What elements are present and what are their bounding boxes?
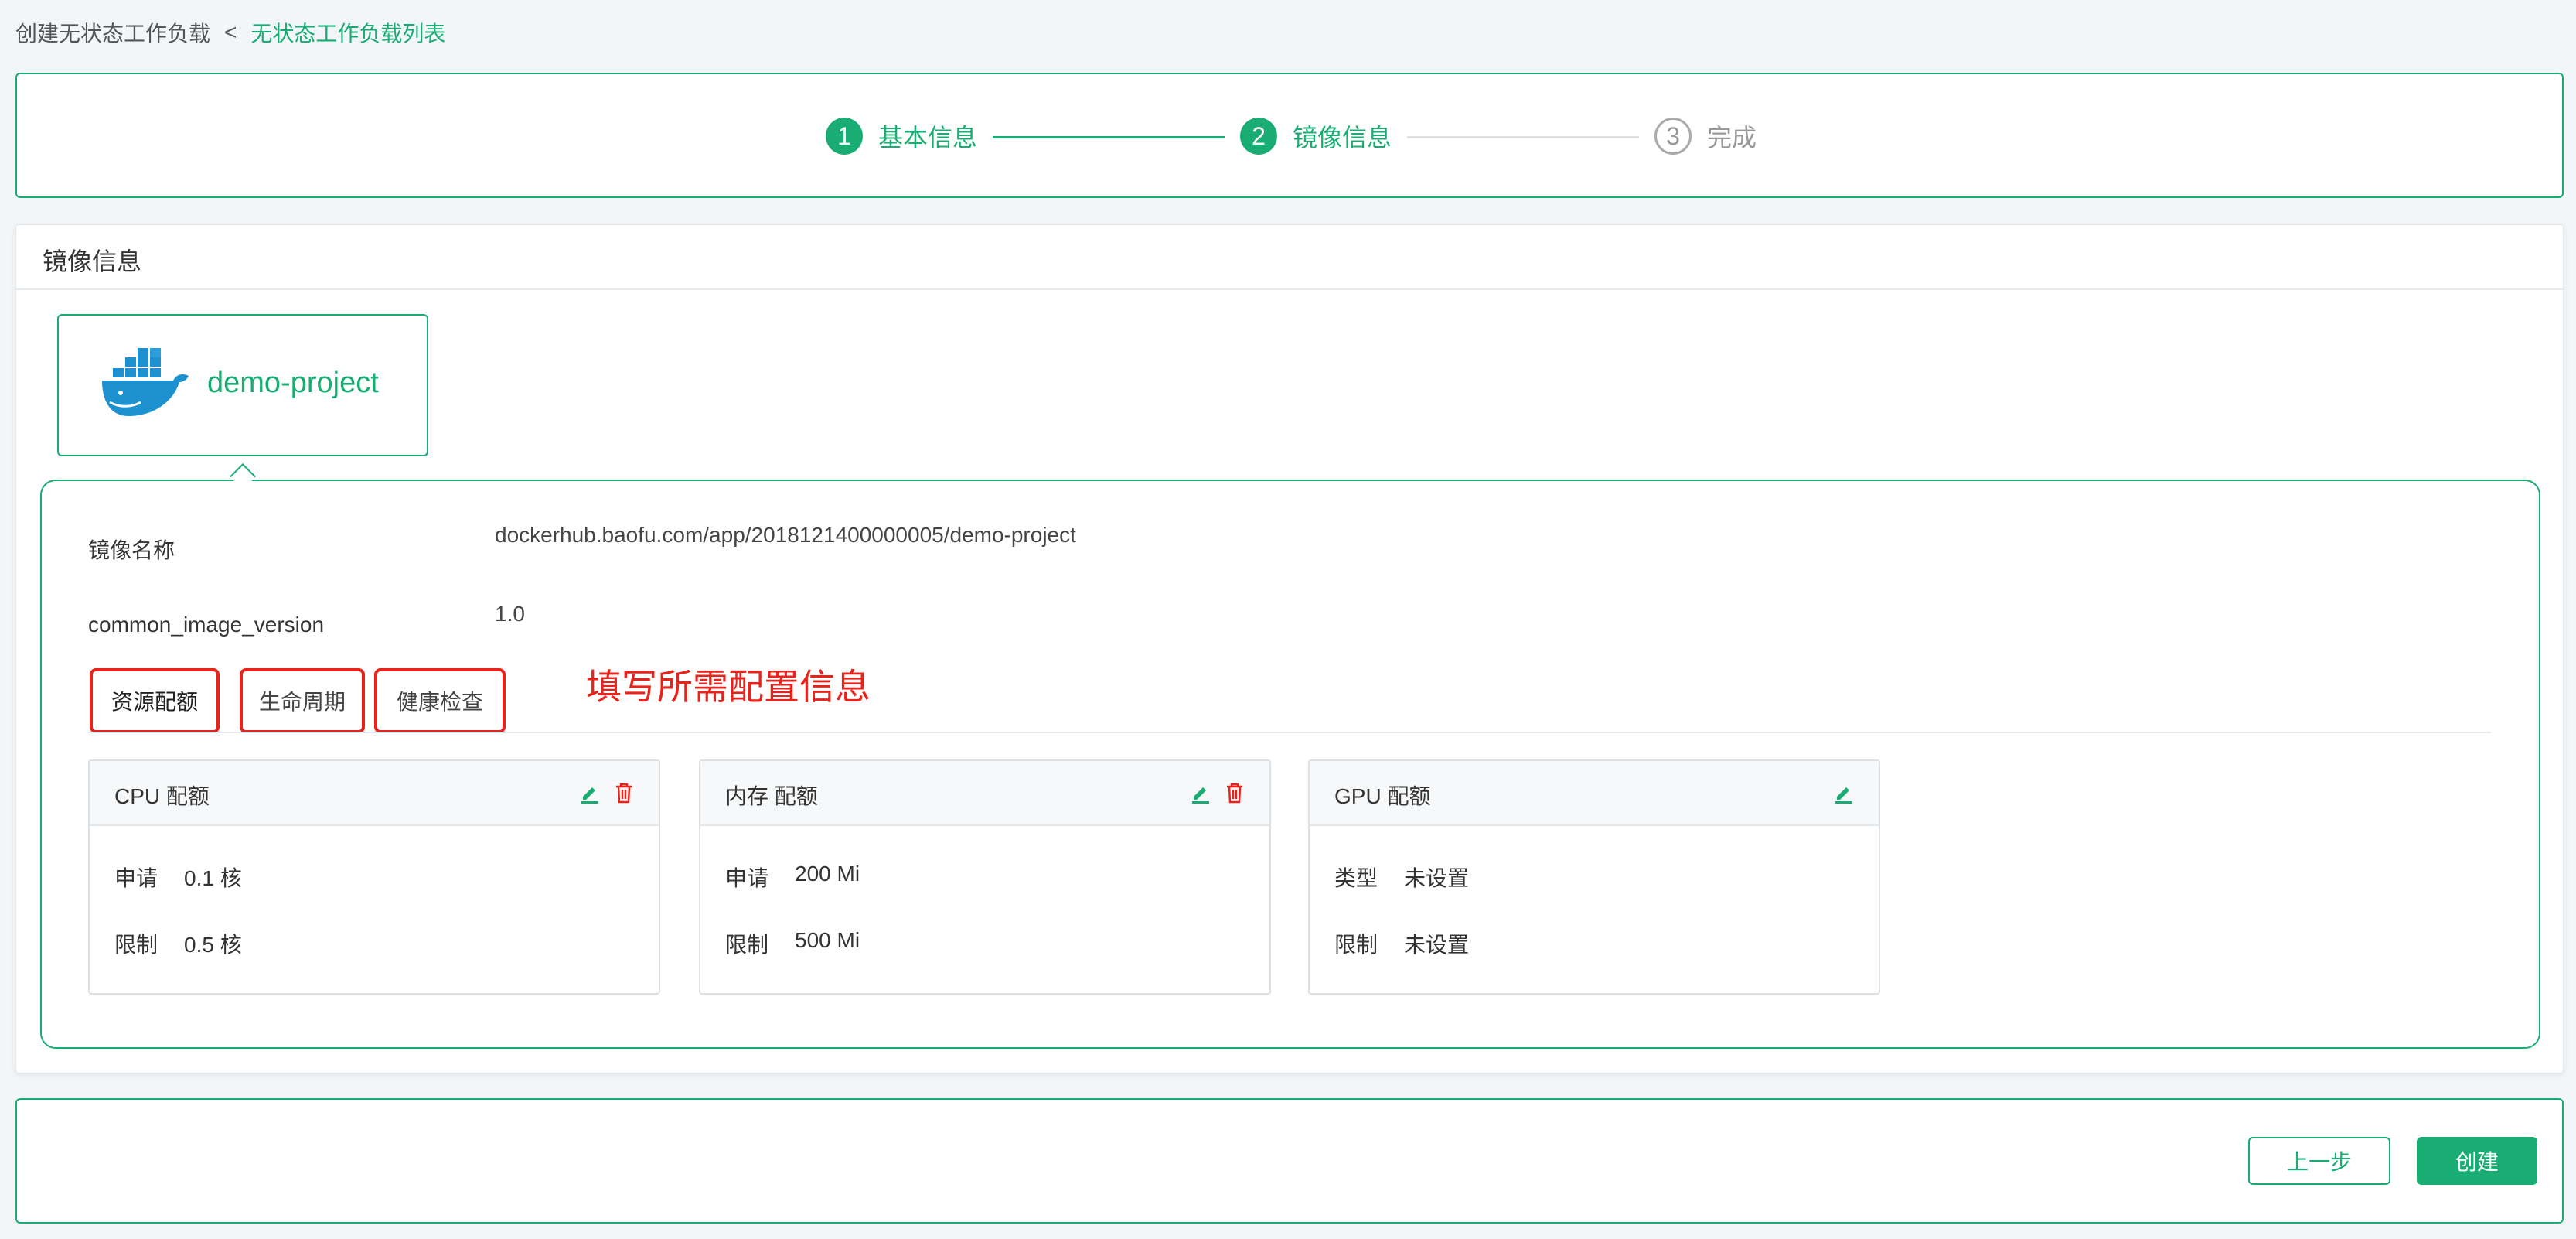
quota-row-limit: 限制 500 Mi	[725, 928, 860, 959]
breadcrumb-separator: <	[224, 20, 237, 44]
create-button[interactable]: 创建	[2417, 1137, 2537, 1185]
row-label: 限制	[725, 933, 769, 957]
tab-health-check[interactable]: 健康检查	[374, 668, 506, 733]
row-value: 未设置	[1404, 933, 1470, 957]
row-value: 200 Mi	[795, 862, 860, 886]
row-label: 类型	[1334, 866, 1378, 890]
breadcrumb: 创建无状态工作负载 < 无状态工作负载列表	[15, 17, 445, 48]
memory-quota-card: 内存 配额 申请 200 Mi 限制 500 Mi	[699, 759, 1271, 995]
steps-bar: 1 基本信息 2 镜像信息 3 完成	[15, 73, 2564, 198]
edit-icon[interactable]	[578, 781, 601, 804]
quota-row-request: 申请 0.1 核	[114, 862, 242, 893]
card-actions	[1832, 781, 1855, 804]
step-finish: 3 完成	[1654, 118, 1757, 155]
step-number: 1	[826, 118, 863, 155]
annotation-text: 填写所需配置信息	[586, 667, 871, 707]
step-basic-info: 1 基本信息	[826, 118, 977, 155]
step-image-info: 2 镜像信息	[1240, 118, 1392, 155]
image-card[interactable]: demo-project	[57, 314, 428, 456]
step-number: 2	[1240, 118, 1277, 155]
image-name-label: 镜像名称	[88, 538, 175, 562]
tab-lifecycle[interactable]: 生命周期	[240, 668, 365, 733]
row-label: 申请	[114, 866, 158, 890]
edit-icon[interactable]	[1189, 781, 1212, 804]
row-value: 未设置	[1404, 866, 1470, 890]
card-header: 内存 配额	[700, 761, 1269, 826]
previous-step-button[interactable]: 上一步	[2248, 1137, 2390, 1185]
row-label: 申请	[725, 866, 769, 890]
card-actions	[578, 781, 635, 804]
tabs-divider	[88, 732, 2491, 733]
card-header: CPU 配额	[90, 761, 659, 826]
image-name: demo-project	[207, 367, 379, 399]
delete-icon[interactable]	[1223, 781, 1246, 804]
row-label: 限制	[1334, 933, 1378, 957]
row-value: 0.1 核	[184, 866, 242, 890]
quota-row-request: 申请 200 Mi	[725, 862, 860, 893]
card-actions	[1189, 781, 1246, 804]
quota-row-limit: 限制 0.5 核	[114, 928, 242, 959]
card-title: GPU 配额	[1334, 784, 1431, 808]
step-number: 3	[1654, 118, 1692, 155]
step-label: 基本信息	[878, 124, 978, 152]
card-title: CPU 配额	[114, 784, 210, 808]
panel-title: 镜像信息	[43, 247, 142, 275]
image-version-label: common_image_version	[88, 613, 325, 637]
breadcrumb-current: 创建无状态工作负载	[15, 22, 211, 46]
footer-actions	[15, 1098, 2564, 1224]
quota-row-limit: 限制 未设置	[1334, 928, 1469, 959]
step-label: 镜像信息	[1293, 124, 1392, 152]
card-title: 内存 配额	[725, 784, 818, 808]
image-name-value: dockerhub.baofu.com/app/2018121400000005…	[495, 523, 1076, 547]
step-label: 完成	[1707, 124, 1757, 152]
step-connector	[1407, 136, 1639, 138]
gpu-quota-card: GPU 配额 类型 未设置 限制 未设置	[1308, 759, 1880, 995]
card-header: GPU 配额	[1310, 761, 1879, 826]
row-value: 0.5 核	[184, 933, 242, 957]
cpu-quota-card: CPU 配额 申请 0.1 核 限制 0.5 核	[88, 759, 660, 995]
quota-row-type: 类型 未设置	[1334, 862, 1469, 893]
delete-icon[interactable]	[612, 781, 635, 804]
row-label: 限制	[114, 933, 158, 957]
docker-whale-icon	[102, 348, 189, 416]
image-version-value: 1.0	[495, 602, 525, 626]
row-value: 500 Mi	[795, 928, 860, 952]
breadcrumb-parent-link[interactable]: 无状态工作负载列表	[250, 17, 445, 48]
tab-resource-quota[interactable]: 资源配额	[90, 668, 220, 733]
step-connector	[993, 136, 1225, 138]
divider	[16, 288, 2563, 290]
edit-icon[interactable]	[1832, 781, 1855, 804]
